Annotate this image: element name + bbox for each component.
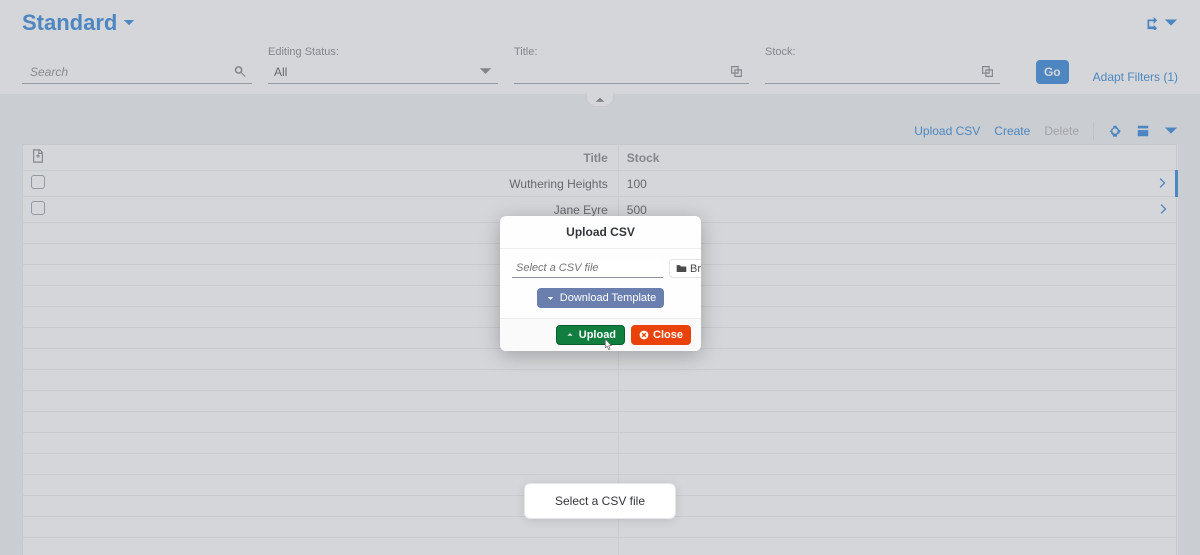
dialog-title: Upload CSV xyxy=(500,216,701,249)
close-circle-icon xyxy=(639,330,649,340)
download-template-label: Download Template xyxy=(560,292,656,304)
upload-csv-dialog: Upload CSV Browse.. Download Template Up… xyxy=(500,216,701,351)
close-button[interactable]: Close xyxy=(631,325,691,345)
close-label: Close xyxy=(653,329,683,341)
download-template-button[interactable]: Download Template xyxy=(537,288,664,308)
browse-button[interactable]: Browse.. xyxy=(669,259,701,278)
upload-icon xyxy=(565,330,575,340)
csv-file-input[interactable] xyxy=(512,259,663,278)
cursor-pointer-icon xyxy=(600,336,616,354)
download-icon xyxy=(545,293,556,304)
browse-label: Browse.. xyxy=(690,263,701,275)
toast-message: Select a CSV file xyxy=(524,483,676,519)
folder-open-icon xyxy=(676,263,687,274)
